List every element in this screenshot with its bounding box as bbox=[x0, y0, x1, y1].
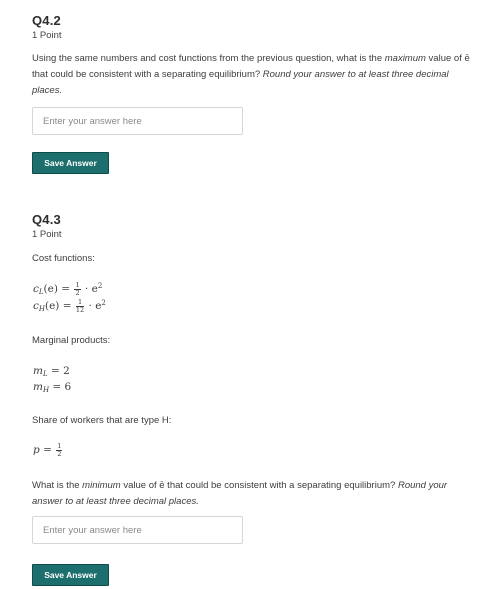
answer-input[interactable] bbox=[32, 107, 243, 135]
marginal-products-label: Marginal products: bbox=[32, 335, 111, 346]
cost-function-high: cH(e) = 1 12 · e2 bbox=[33, 298, 106, 314]
prompt-text: Using the same numbers and cost function… bbox=[32, 53, 385, 64]
prompt-emphasis: minimum bbox=[82, 480, 121, 491]
prompt-emphasis: maximum bbox=[384, 53, 426, 64]
cost-function-low: cL(e) = 12 · e2 bbox=[33, 281, 103, 297]
answer-input[interactable] bbox=[32, 516, 243, 544]
cost-functions-label: Cost functions: bbox=[32, 253, 95, 264]
question-prompt: What is the minimum value of ē that coul… bbox=[32, 478, 472, 510]
question-number: Q4.3 bbox=[32, 212, 61, 227]
question-prompt: Using the same numbers and cost function… bbox=[32, 51, 472, 99]
question-points: 1 Point bbox=[32, 229, 62, 240]
question-title: Q4.3 1 Point bbox=[32, 212, 472, 240]
marginal-product-high: mH = 6 bbox=[33, 381, 72, 394]
question-number: Q4.2 bbox=[32, 13, 61, 28]
save-answer-button[interactable]: Save Answer bbox=[32, 564, 109, 586]
marginal-product-low: mL = 2 bbox=[33, 365, 70, 378]
question-points: 1 Point bbox=[32, 30, 62, 41]
question-title: Q4.2 1 Point bbox=[32, 13, 472, 41]
save-answer-button[interactable]: Save Answer bbox=[32, 152, 109, 174]
share-type-h: p = 12 bbox=[33, 442, 63, 458]
prompt-text: value of ē that could be consistent with… bbox=[120, 480, 398, 491]
prompt-text: What is the bbox=[32, 480, 83, 491]
share-label: Share of workers that are type H: bbox=[32, 415, 172, 426]
